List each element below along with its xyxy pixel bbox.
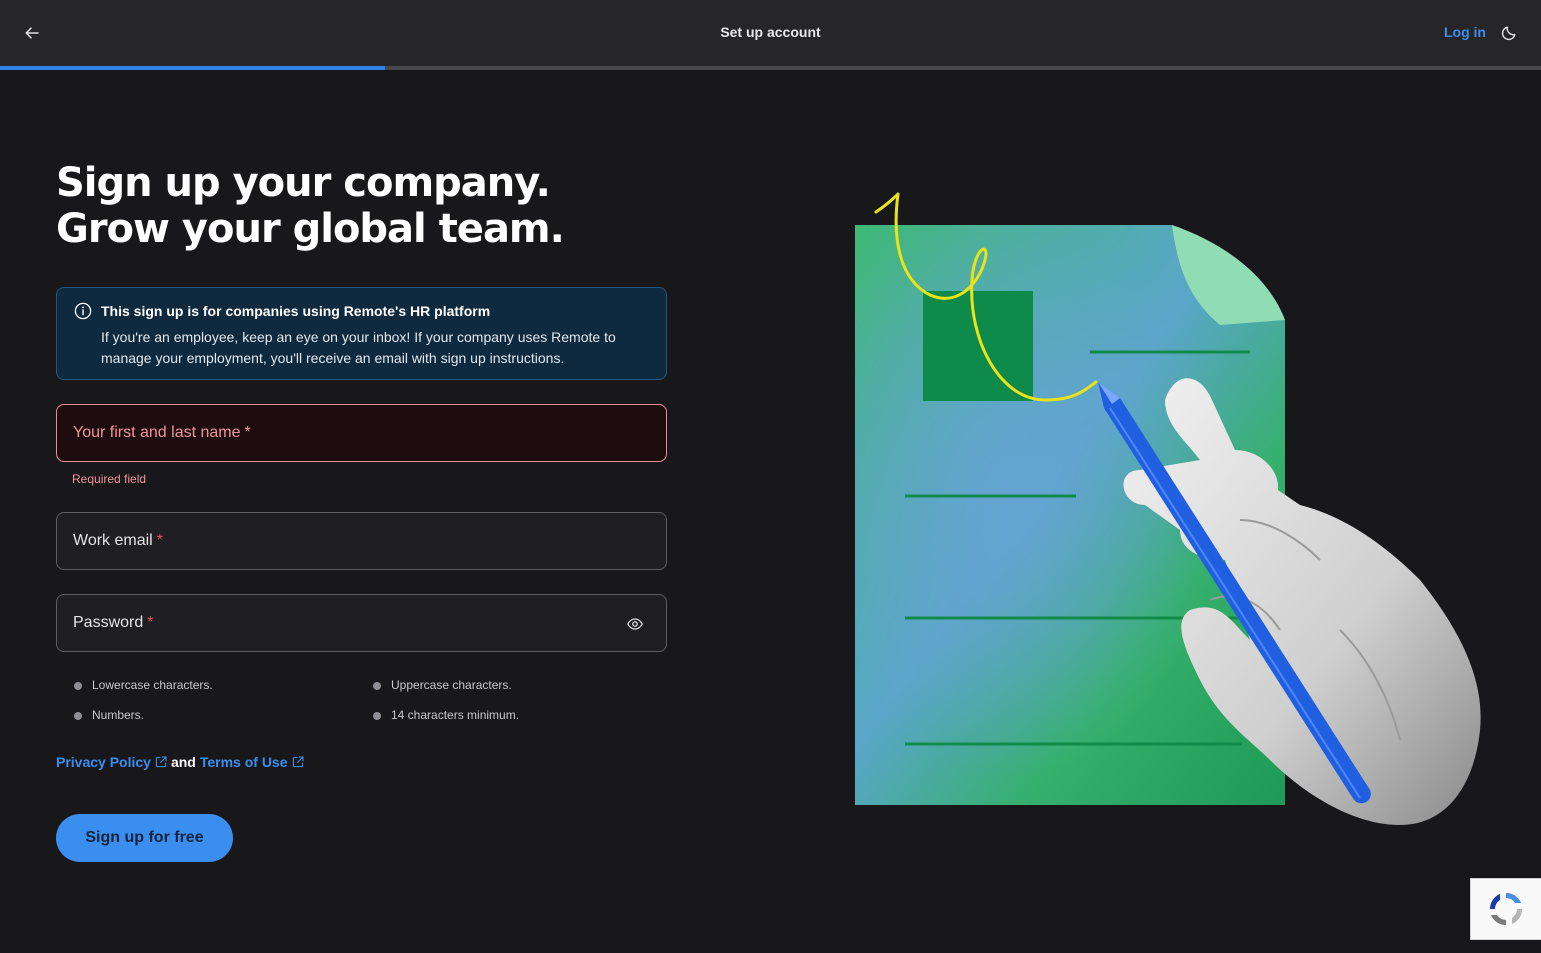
info-title: This sign up is for companies using Remo…	[101, 303, 491, 319]
privacy-policy-link[interactable]: Privacy Policy	[56, 754, 167, 770]
sign-up-button[interactable]: Sign up for free	[56, 814, 233, 862]
headline: Sign up your company. Grow your global t…	[56, 160, 696, 252]
external-link-icon	[292, 756, 304, 768]
email-field[interactable]: Work email *	[56, 512, 667, 570]
info-body: If you're an employee, keep an eye on yo…	[101, 329, 616, 366]
theme-toggle-button[interactable]	[1498, 22, 1520, 44]
progress-bar	[0, 66, 1541, 70]
password-field[interactable]: Password *	[56, 594, 667, 652]
moon-icon	[1501, 26, 1516, 41]
document-photo-box	[923, 291, 1033, 401]
log-in-link[interactable]: Log in	[1444, 24, 1486, 40]
password-rule-uppercase: Uppercase characters.	[373, 678, 512, 692]
info-icon	[74, 302, 92, 320]
legal-and-text: and	[170, 754, 196, 770]
name-field[interactable]: Your first and last name *	[56, 404, 667, 462]
top-bar: Set up account Log in	[0, 0, 1541, 66]
recaptcha-badge[interactable]	[1470, 878, 1541, 940]
signing-document-illustration	[855, 192, 1481, 825]
password-rule-numbers: Numbers.	[73, 708, 145, 722]
legal-links: Privacy Policy and Terms of Use	[56, 754, 304, 770]
info-callout: This sign up is for companies using Remo…	[56, 287, 667, 380]
terms-of-use-link[interactable]: Terms of Use	[200, 754, 304, 770]
page-title: Set up account	[720, 24, 821, 40]
name-error-message: Required field	[72, 472, 147, 486]
email-input[interactable]	[57, 513, 666, 569]
external-link-icon	[155, 756, 167, 768]
headline-line-2: Grow your global team.	[56, 206, 565, 252]
progress-fill	[0, 66, 386, 70]
headline-line-1: Sign up your company.	[56, 160, 551, 206]
password-rule-lowercase: Lowercase characters.	[74, 678, 213, 692]
password-rule-length: 14 characters minimum.	[372, 708, 520, 722]
recaptcha-icon	[1489, 892, 1523, 926]
eye-icon[interactable]	[626, 615, 644, 633]
password-input[interactable]	[57, 595, 666, 651]
name-input[interactable]	[57, 405, 666, 461]
